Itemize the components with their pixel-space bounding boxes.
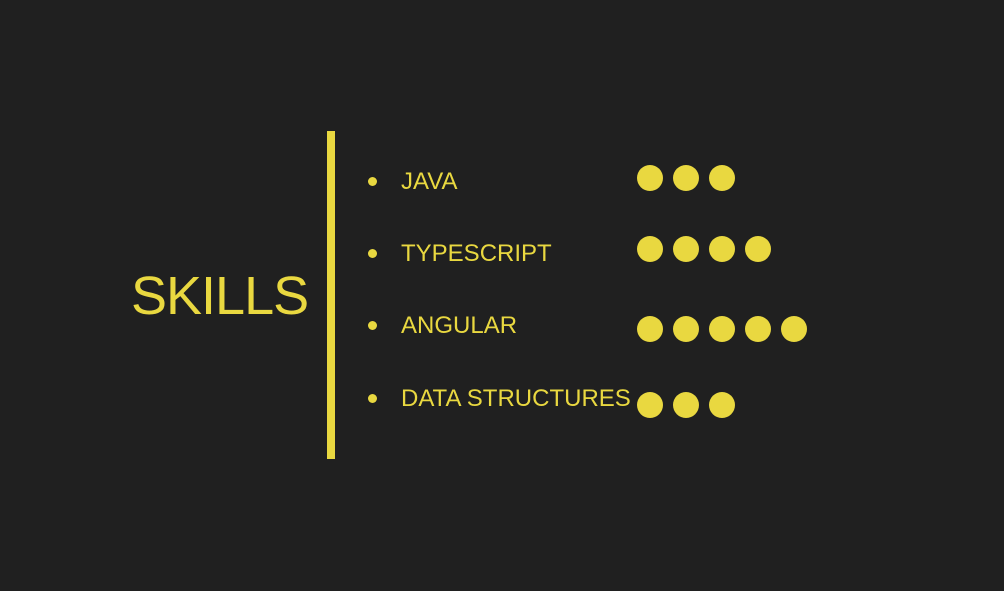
skill-level-dot <box>637 392 663 418</box>
skill-level-dot <box>673 392 699 418</box>
skill-level-dot <box>709 392 735 418</box>
bullet-icon <box>368 177 377 186</box>
skill-rating-angular <box>637 316 807 342</box>
vertical-divider <box>327 131 335 459</box>
skill-label-typescript: TYPESCRIPT <box>401 240 552 267</box>
skill-level-dot <box>673 236 699 262</box>
skill-level-dot <box>637 165 663 191</box>
skill-level-dot <box>709 316 735 342</box>
bullet-icon <box>368 249 377 258</box>
skill-rating-data-structures <box>637 392 735 418</box>
bullet-icon <box>368 321 377 330</box>
skill-level-dot <box>673 165 699 191</box>
skills-title: SKILLS <box>131 266 309 326</box>
skill-label-angular: ANGULAR <box>401 312 518 339</box>
skill-level-dot <box>709 165 735 191</box>
skill-level-dot <box>637 236 663 262</box>
skill-level-dot <box>745 236 771 262</box>
skill-level-dot <box>781 316 807 342</box>
skill-rating-typescript <box>637 236 771 262</box>
skill-level-dot <box>673 316 699 342</box>
skill-label-data-structures: DATA STRUCTURES <box>401 385 631 412</box>
skill-level-dot <box>709 236 735 262</box>
skill-level-dot <box>637 316 663 342</box>
skill-level-dot <box>745 316 771 342</box>
skill-rating-java <box>637 165 735 191</box>
skill-label-java: JAVA <box>401 168 458 195</box>
bullet-icon <box>368 394 377 403</box>
